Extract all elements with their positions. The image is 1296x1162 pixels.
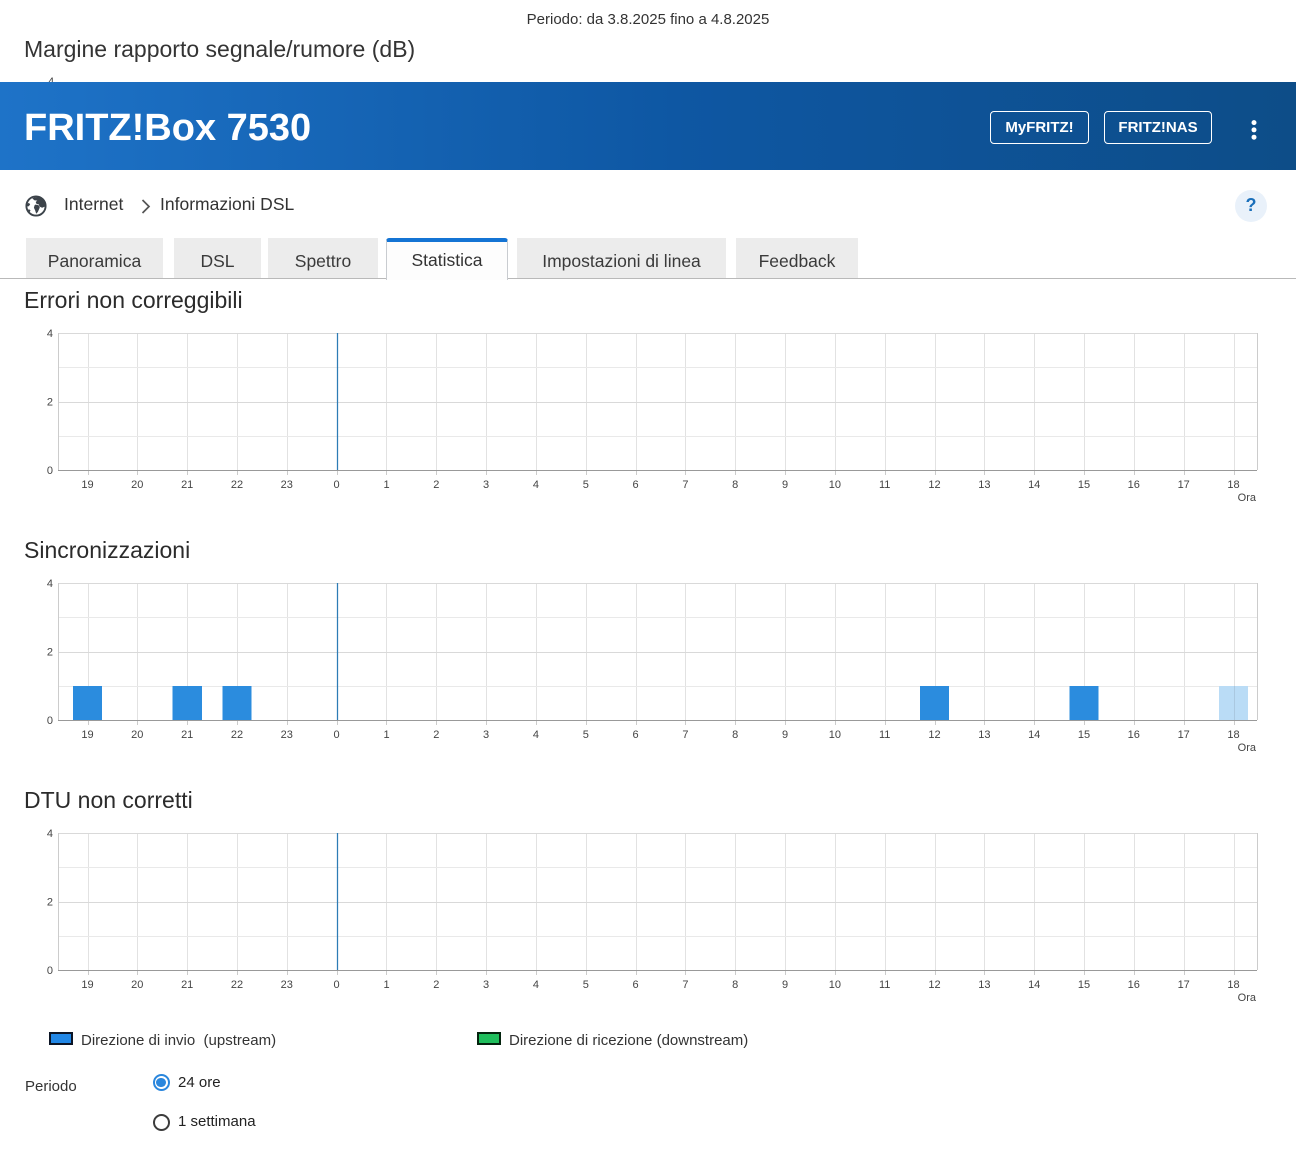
svg-text:15: 15 bbox=[1078, 479, 1090, 491]
svg-text:12: 12 bbox=[928, 979, 940, 991]
svg-text:8: 8 bbox=[732, 729, 738, 741]
svg-text:22: 22 bbox=[231, 979, 243, 991]
svg-text:16: 16 bbox=[1128, 979, 1140, 991]
svg-text:15: 15 bbox=[1078, 729, 1090, 741]
svg-text:13: 13 bbox=[978, 479, 990, 491]
svg-text:0: 0 bbox=[47, 715, 53, 727]
svg-text:17: 17 bbox=[1178, 979, 1190, 991]
svg-text:3: 3 bbox=[483, 479, 489, 491]
svg-text:5: 5 bbox=[583, 979, 589, 991]
svg-text:7: 7 bbox=[682, 479, 688, 491]
svg-text:22: 22 bbox=[231, 729, 243, 741]
svg-text:5: 5 bbox=[583, 479, 589, 491]
svg-text:10: 10 bbox=[829, 729, 841, 741]
svg-text:21: 21 bbox=[181, 479, 193, 491]
svg-text:12: 12 bbox=[928, 479, 940, 491]
svg-text:6: 6 bbox=[633, 479, 639, 491]
svg-text:10: 10 bbox=[829, 479, 841, 491]
svg-text:9: 9 bbox=[782, 729, 788, 741]
svg-text:4: 4 bbox=[533, 979, 539, 991]
svg-text:3: 3 bbox=[483, 729, 489, 741]
svg-text:23: 23 bbox=[281, 729, 293, 741]
svg-text:19: 19 bbox=[81, 729, 93, 741]
svg-text:3: 3 bbox=[483, 979, 489, 991]
svg-text:15: 15 bbox=[1078, 979, 1090, 991]
svg-text:13: 13 bbox=[978, 729, 990, 741]
svg-text:6: 6 bbox=[633, 979, 639, 991]
svg-text:0: 0 bbox=[47, 465, 53, 477]
svg-text:18: 18 bbox=[1227, 479, 1239, 491]
svg-text:19: 19 bbox=[81, 479, 93, 491]
svg-text:7: 7 bbox=[682, 979, 688, 991]
svg-text:18: 18 bbox=[1227, 729, 1239, 741]
svg-text:11: 11 bbox=[879, 479, 890, 491]
svg-text:20: 20 bbox=[131, 729, 143, 741]
svg-text:9: 9 bbox=[782, 479, 788, 491]
svg-text:16: 16 bbox=[1128, 479, 1140, 491]
svg-text:11: 11 bbox=[879, 979, 890, 991]
svg-text:17: 17 bbox=[1178, 479, 1190, 491]
svg-text:2: 2 bbox=[47, 647, 53, 659]
svg-text:Ora: Ora bbox=[1238, 742, 1257, 754]
svg-text:23: 23 bbox=[281, 479, 293, 491]
svg-text:4: 4 bbox=[47, 328, 53, 340]
svg-text:14: 14 bbox=[1028, 979, 1040, 991]
svg-text:Ora: Ora bbox=[1238, 992, 1257, 1004]
svg-text:2: 2 bbox=[433, 979, 439, 991]
svg-text:1: 1 bbox=[383, 979, 389, 991]
svg-text:5: 5 bbox=[583, 729, 589, 741]
svg-text:Ora: Ora bbox=[1238, 492, 1257, 504]
svg-text:7: 7 bbox=[682, 729, 688, 741]
svg-text:14: 14 bbox=[1028, 729, 1040, 741]
svg-text:2: 2 bbox=[433, 729, 439, 741]
svg-text:8: 8 bbox=[732, 979, 738, 991]
svg-text:20: 20 bbox=[131, 479, 143, 491]
svg-text:2: 2 bbox=[47, 897, 53, 909]
svg-text:22: 22 bbox=[231, 479, 243, 491]
svg-text:4: 4 bbox=[47, 828, 53, 840]
svg-text:8: 8 bbox=[732, 479, 738, 491]
svg-text:23: 23 bbox=[281, 979, 293, 991]
svg-text:12: 12 bbox=[928, 729, 940, 741]
svg-text:2: 2 bbox=[47, 397, 53, 409]
svg-text:11: 11 bbox=[879, 729, 890, 741]
svg-text:6: 6 bbox=[633, 729, 639, 741]
svg-text:1: 1 bbox=[383, 479, 389, 491]
svg-text:10: 10 bbox=[829, 979, 841, 991]
svg-text:4: 4 bbox=[47, 578, 53, 590]
svg-text:0: 0 bbox=[334, 729, 340, 741]
svg-text:21: 21 bbox=[181, 979, 193, 991]
svg-text:9: 9 bbox=[782, 979, 788, 991]
svg-text:4: 4 bbox=[533, 729, 539, 741]
svg-text:4: 4 bbox=[533, 479, 539, 491]
svg-text:1: 1 bbox=[383, 729, 389, 741]
svg-text:0: 0 bbox=[334, 479, 340, 491]
svg-text:21: 21 bbox=[181, 729, 193, 741]
svg-text:18: 18 bbox=[1227, 979, 1239, 991]
svg-text:2: 2 bbox=[433, 479, 439, 491]
svg-text:19: 19 bbox=[81, 979, 93, 991]
svg-text:17: 17 bbox=[1178, 729, 1190, 741]
svg-text:13: 13 bbox=[978, 979, 990, 991]
svg-text:0: 0 bbox=[334, 979, 340, 991]
svg-text:14: 14 bbox=[1028, 479, 1040, 491]
svg-text:0: 0 bbox=[47, 965, 53, 977]
svg-text:20: 20 bbox=[131, 979, 143, 991]
svg-text:16: 16 bbox=[1128, 729, 1140, 741]
